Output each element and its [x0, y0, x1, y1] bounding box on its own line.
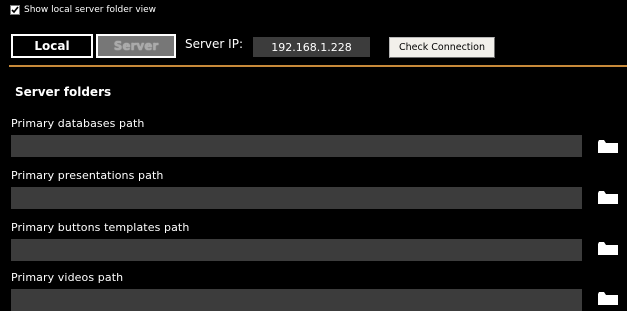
server-folders-title: Server folders [15, 85, 112, 99]
folder-icon [598, 242, 618, 255]
primary-databases-browse-button[interactable] [598, 139, 618, 153]
primary-buttons-templates-path-label: Primary buttons templates path [11, 221, 190, 234]
primary-databases-path-field[interactable] [11, 135, 582, 157]
section-divider [9, 65, 627, 67]
check-connection-button[interactable]: Check Connection [389, 37, 495, 58]
folder-icon [598, 140, 618, 153]
checkmark-icon [11, 6, 19, 14]
primary-videos-path-label: Primary videos path [11, 271, 124, 284]
primary-databases-path-label: Primary databases path [11, 117, 145, 130]
server-ip-label: Server IP: [185, 37, 243, 51]
show-local-folder-view-toggle[interactable]: Show local server folder view [10, 3, 156, 17]
primary-videos-path-field[interactable] [11, 289, 582, 311]
primary-presentations-path-label: Primary presentations path [11, 169, 164, 182]
show-local-folder-view-checkbox[interactable] [10, 5, 20, 15]
folder-icon [598, 292, 618, 305]
primary-buttons-templates-path-field[interactable] [11, 239, 582, 261]
local-mode-button[interactable]: Local [11, 34, 93, 58]
server-mode-button[interactable]: Server [96, 34, 176, 58]
primary-presentations-path-field[interactable] [11, 187, 582, 209]
server-ip-field[interactable]: 192.168.1.228 [253, 37, 370, 57]
primary-videos-browse-button[interactable] [598, 291, 618, 305]
primary-presentations-browse-button[interactable] [598, 190, 618, 204]
folder-icon [598, 191, 618, 204]
show-local-folder-view-label: Show local server folder view [24, 5, 157, 15]
primary-buttons-templates-browse-button[interactable] [598, 241, 618, 255]
